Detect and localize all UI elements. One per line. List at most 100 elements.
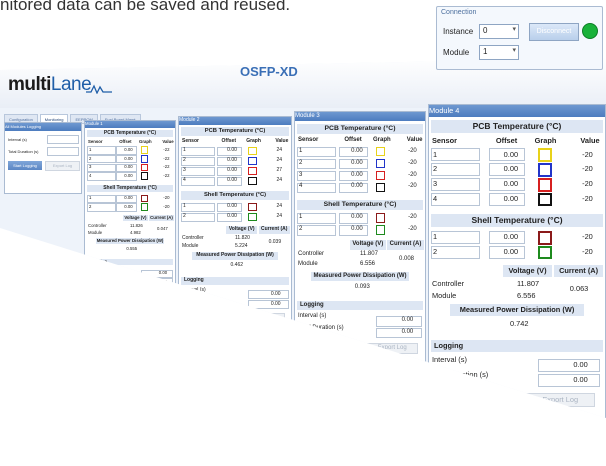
- interval-field[interactable]: [140, 269, 174, 278]
- sensor-value: -20: [408, 214, 417, 220]
- start-logging-button[interactable]: Start Logging: [187, 309, 233, 319]
- sensor-value: -20: [408, 225, 417, 232]
- sensor-value: 24: [276, 213, 282, 220]
- app-window: multiLane OSFP-XD Configuration Monitorin…: [0, 58, 606, 418]
- sensor-number: 2: [299, 225, 303, 232]
- interval-value: 0.00: [270, 290, 281, 297]
- interval-field[interactable]: [248, 289, 289, 299]
- disconnect-button[interactable]: Disconnect: [529, 23, 579, 41]
- graph-toggle-icon[interactable]: [248, 212, 257, 222]
- sensor-number: 1: [299, 147, 303, 154]
- duration-field[interactable]: [47, 147, 79, 156]
- graph-toggle-icon[interactable]: [538, 178, 552, 192]
- duration-field[interactable]: [538, 374, 600, 387]
- current-value: 0.008: [399, 255, 415, 262]
- sensor-number: 2: [89, 155, 92, 161]
- chevron-down-icon: ▾: [512, 26, 516, 33]
- export-log-button[interactable]: Export Log: [525, 393, 595, 407]
- sensor-name-field: [431, 192, 480, 206]
- export-log-button[interactable]: Export Log: [240, 312, 286, 323]
- export-log-button[interactable]: Export Log: [366, 343, 418, 355]
- offset-value: 0.00: [124, 164, 133, 170]
- connection-title: Connection: [441, 9, 477, 16]
- controller-voltage: 11.820: [235, 235, 250, 242]
- current-header: Current (A): [258, 225, 290, 234]
- interval-field[interactable]: [47, 135, 79, 144]
- graph-toggle-icon[interactable]: [538, 245, 552, 260]
- graph-toggle-icon[interactable]: [140, 155, 149, 163]
- start-logging-button[interactable]: Start Logging: [305, 339, 358, 350]
- graph-toggle-icon[interactable]: [248, 166, 257, 176]
- duration-field[interactable]: [375, 327, 422, 339]
- instance-value: 0: [483, 26, 488, 35]
- start-logging-button[interactable]: Start Logging: [8, 161, 42, 170]
- module-header: Module 4: [429, 105, 605, 117]
- controller-label: Controller: [298, 251, 325, 258]
- duration-value: 0.00: [270, 300, 281, 307]
- duration-label: Total Duration (s): [432, 370, 489, 379]
- logging-title: Logging: [431, 340, 603, 352]
- graph-toggle-icon[interactable]: [140, 163, 149, 172]
- graph-toggle-icon[interactable]: [248, 156, 257, 166]
- duration-field[interactable]: [140, 278, 174, 287]
- pcb-temperature-title: PCB Temperature (°C): [181, 127, 289, 136]
- module-title: Module 2: [179, 117, 200, 123]
- start-logging-button[interactable]: Start Logging: [92, 287, 129, 295]
- power-dissipation-title: Measured Power Dissipation (W): [192, 252, 278, 261]
- module-select[interactable]: 1 ▾: [479, 45, 519, 60]
- offset-value: 0.00: [124, 147, 133, 153]
- panel-header: All Modules Logging: [5, 123, 81, 131]
- sensor-number: 2: [433, 247, 438, 257]
- offset-value: 0.00: [124, 195, 133, 201]
- sensor-number: 4: [183, 177, 186, 184]
- graph-toggle-icon[interactable]: [375, 213, 386, 223]
- graph-toggle-icon[interactable]: [248, 146, 257, 156]
- graph-toggle-icon[interactable]: [140, 172, 149, 181]
- graph-toggle-icon[interactable]: [375, 225, 386, 235]
- interval-field[interactable]: [538, 359, 600, 372]
- signal-wave-icon: [86, 84, 112, 94]
- sensor-value: -20: [582, 194, 593, 204]
- interval-field[interactable]: [375, 316, 422, 327]
- controller-voltage: 11.826: [130, 222, 143, 228]
- offset-value: 0.00: [227, 167, 237, 174]
- duration-field[interactable]: [248, 299, 289, 310]
- graph-toggle-icon[interactable]: [248, 202, 257, 212]
- sensor-value: -20: [582, 179, 593, 189]
- graph-toggle-icon[interactable]: [538, 231, 552, 245]
- instance-select[interactable]: 0 ▾: [479, 24, 519, 39]
- graph-toggle-icon[interactable]: [375, 170, 386, 181]
- export-log-button[interactable]: Export Log: [134, 289, 171, 299]
- graph-toggle-icon[interactable]: [375, 158, 386, 169]
- panel-title: All Modules Logging: [5, 124, 42, 129]
- power-dissipation-title: Measured Power Dissipation (W): [450, 304, 584, 316]
- graph-toggle-icon[interactable]: [538, 163, 552, 177]
- all-modules-logging-panel: All Modules Logging Interval (s) Total Dur…: [4, 122, 82, 194]
- graph-toggle-icon[interactable]: [140, 203, 149, 212]
- graph-toggle-icon[interactable]: [375, 182, 386, 193]
- interval-label: Interval (s): [298, 312, 327, 319]
- graph-toggle-icon[interactable]: [375, 146, 386, 157]
- logging-title: Logging: [297, 300, 423, 310]
- export-log-button[interactable]: Export Log: [45, 161, 80, 171]
- offset-value: 0.00: [227, 147, 237, 154]
- graph-toggle-icon[interactable]: [248, 176, 257, 186]
- graph-toggle-icon[interactable]: [140, 146, 149, 154]
- power-value: 0.555: [126, 246, 138, 252]
- column-header-value: Value: [580, 135, 600, 145]
- graph-toggle-icon[interactable]: [538, 148, 552, 162]
- offset-value: 0.00: [351, 183, 363, 190]
- sensor-name-field: [431, 178, 480, 191]
- sensor-name-field: [87, 203, 117, 212]
- start-logging-button[interactable]: Start Logging: [443, 389, 514, 402]
- module-title: Module 4: [429, 106, 460, 115]
- graph-toggle-icon[interactable]: [140, 194, 149, 203]
- sensor-value: -20: [408, 171, 417, 178]
- controller-label: Controller: [432, 278, 465, 288]
- column-header-graph: Graph: [534, 135, 557, 145]
- offset-value: 0.00: [351, 171, 363, 178]
- module-header: Module 3: [295, 112, 425, 122]
- graph-toggle-icon[interactable]: [538, 192, 552, 207]
- column-header-graph: Graph: [139, 138, 152, 144]
- voltage-header: Voltage (V): [502, 265, 553, 277]
